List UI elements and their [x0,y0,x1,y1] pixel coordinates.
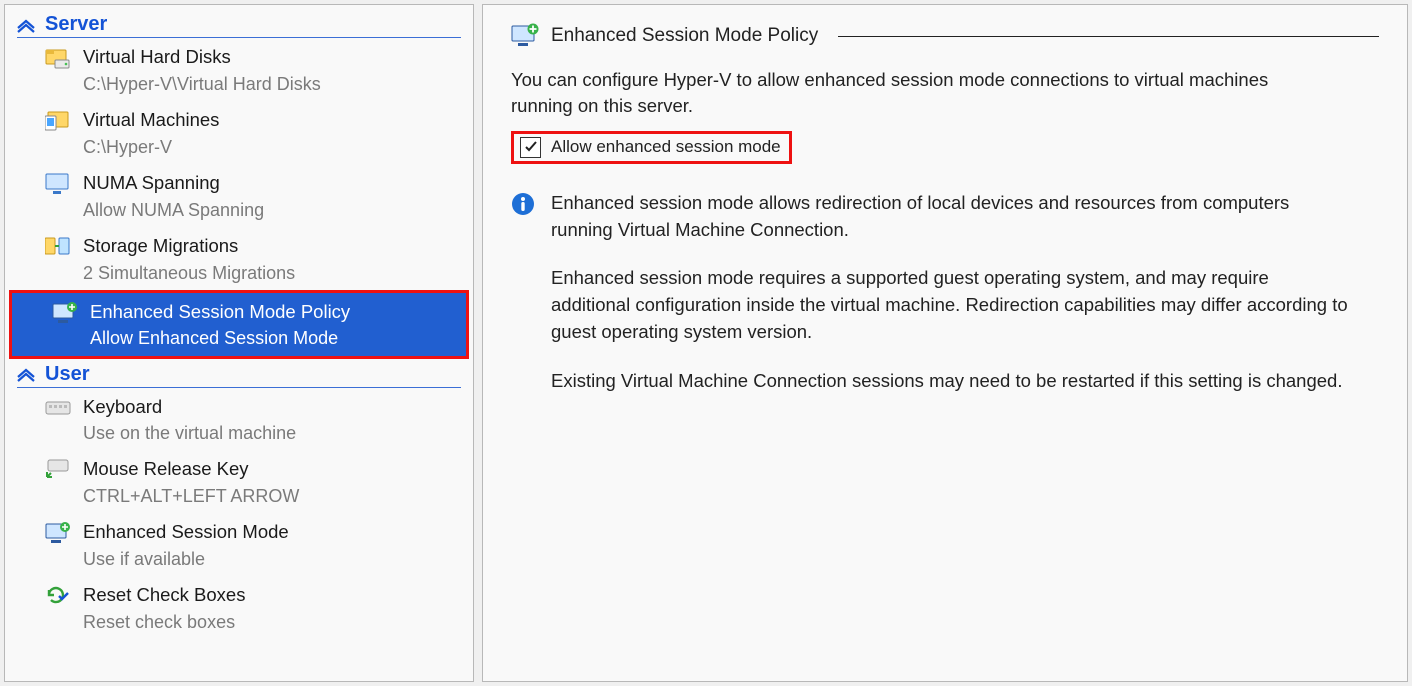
keyboard-icon [45,396,71,420]
nav-numa-spanning[interactable]: NUMA Spanning Allow NUMA Spanning [5,164,473,227]
nav-pane: Server Virtual Hard Disks C:\Hyper-V\Vir… [4,4,474,682]
section-user[interactable]: User [17,363,461,388]
folder-disk-icon [45,46,71,70]
mouse-release-icon [45,458,71,482]
nav-keyboard[interactable]: Keyboard Use on the virtual machine [5,388,473,451]
folder-vm-icon [45,109,71,133]
detail-title: Enhanced Session Mode Policy [551,25,818,47]
monitor-plus-icon [52,301,78,325]
header-rule [838,36,1379,37]
nav-item-sub: Allow Enhanced Session Mode [90,325,350,351]
nav-item-sub: CTRL+ALT+LEFT ARROW [83,483,299,509]
monitor-plus-icon [511,23,539,49]
collapse-icon [17,367,35,381]
nav-item-sub: Allow NUMA Spanning [83,197,264,223]
checkbox-label: Allow enhanced session mode [551,137,781,157]
info-icon [511,192,535,216]
info-block: Enhanced session mode allows redirection… [511,190,1351,417]
section-user-label: User [45,363,89,386]
nav-item-title: Storage Migrations [83,233,295,260]
highlight-box: Enhanced Session Mode Policy Allow Enhan… [9,290,469,359]
collapse-icon [17,18,35,32]
checkbox-icon [520,137,541,158]
reset-check-icon [45,584,71,608]
nav-item-sub: Reset check boxes [83,609,245,635]
info-text: Enhanced session mode allows redirection… [551,190,1351,417]
nav-item-sub: Use if available [83,546,289,572]
detail-pane: Enhanced Session Mode Policy You can con… [482,4,1408,682]
nav-item-title: Virtual Hard Disks [83,44,321,71]
info-p3: Existing Virtual Machine Connection sess… [551,368,1351,395]
storage-migration-icon [45,235,71,259]
nav-enhanced-session-policy[interactable]: Enhanced Session Mode Policy Allow Enhan… [12,293,466,356]
nav-item-title: Keyboard [83,394,296,421]
nav-item-sub: C:\Hyper-V [83,134,219,160]
nav-item-sub: 2 Simultaneous Migrations [83,260,295,286]
settings-window: Server Virtual Hard Disks C:\Hyper-V\Vir… [0,0,1412,686]
nav-item-title: Enhanced Session Mode Policy [90,299,350,326]
nav-item-sub: Use on the virtual machine [83,420,296,446]
detail-description: You can configure Hyper-V to allow enhan… [511,67,1331,119]
nav-item-title: NUMA Spanning [83,170,264,197]
section-server[interactable]: Server [17,13,461,38]
nav-item-sub: C:\Hyper-V\Virtual Hard Disks [83,71,321,97]
info-p2: Enhanced session mode requires a support… [551,265,1351,345]
nav-enhanced-session-mode[interactable]: Enhanced Session Mode Use if available [5,513,473,576]
nav-mouse-release-key[interactable]: Mouse Release Key CTRL+ALT+LEFT ARROW [5,450,473,513]
nav-item-title: Virtual Machines [83,107,219,134]
nav-item-title: Mouse Release Key [83,456,299,483]
allow-enhanced-session-checkbox[interactable]: Allow enhanced session mode [511,131,792,164]
nav-virtual-hard-disks[interactable]: Virtual Hard Disks C:\Hyper-V\Virtual Ha… [5,38,473,101]
monitor-plus-icon [45,521,71,545]
nav-item-title: Reset Check Boxes [83,582,245,609]
detail-header: Enhanced Session Mode Policy [511,23,1379,49]
nav-item-title: Enhanced Session Mode [83,519,289,546]
nav-storage-migrations[interactable]: Storage Migrations 2 Simultaneous Migrat… [5,227,473,290]
info-p1: Enhanced session mode allows redirection… [551,190,1351,244]
monitor-icon [45,172,71,196]
nav-reset-check-boxes[interactable]: Reset Check Boxes Reset check boxes [5,576,473,639]
section-server-label: Server [45,13,107,36]
nav-virtual-machines[interactable]: Virtual Machines C:\Hyper-V [5,101,473,164]
